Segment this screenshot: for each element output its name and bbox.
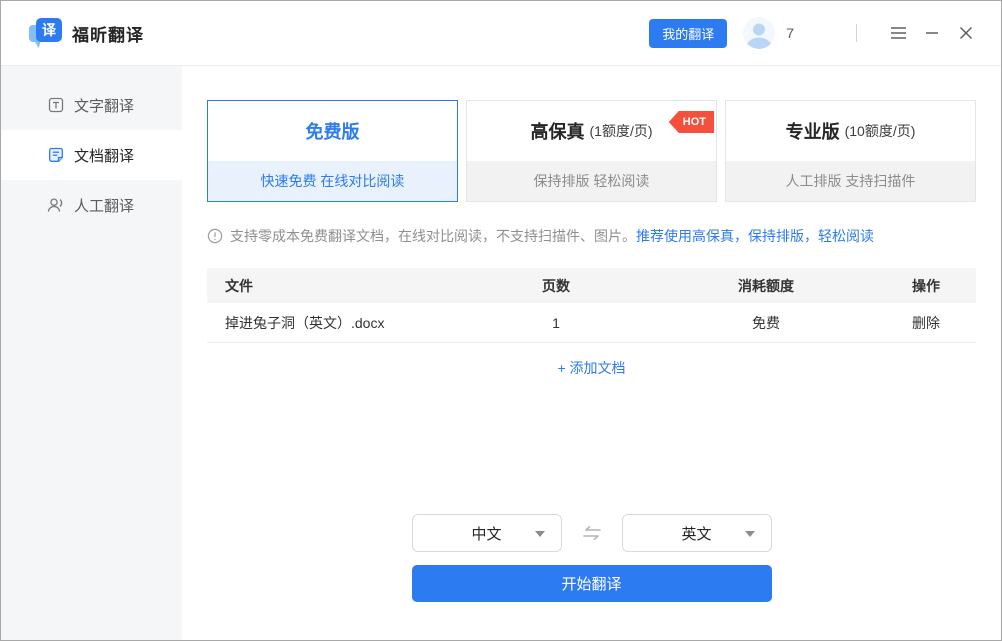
column-header-action: 操作	[876, 276, 976, 296]
column-header-quota: 消耗额度	[656, 276, 876, 296]
sidebar-item-label: 文字翻译	[74, 95, 134, 116]
minimize-icon[interactable]	[919, 20, 945, 46]
sidebar-item-document-translate[interactable]: 文档翻译	[1, 130, 182, 180]
plan-title: 免费版	[306, 118, 360, 144]
plan-price: (1额度/页)	[590, 121, 653, 141]
plan-card-hifi[interactable]: HOT 高保真 (1额度/页) 保持排版 轻松阅读	[466, 100, 717, 202]
table-row: 掉进兔子洞（英文）.docx 1 免费 删除	[207, 303, 976, 343]
close-icon[interactable]	[953, 20, 979, 46]
quota-value: 免费	[656, 313, 876, 333]
add-document-row: + 添加文档	[207, 358, 976, 378]
sidebar-item-human-translate[interactable]: 人工翻译	[1, 180, 182, 230]
text-translate-icon	[47, 97, 64, 114]
plan-title: 专业版	[786, 118, 840, 144]
app-window: 译 福昕翻译 我的翻译 7	[0, 0, 1002, 641]
avatar[interactable]	[743, 17, 775, 49]
notice-bar: 支持零成本免费翻译文档，在线对比阅读，不支持扫描件、图片。 推荐使用高保真，保持…	[207, 226, 976, 246]
add-document-link[interactable]: + 添加文档	[557, 360, 625, 376]
source-language-select[interactable]: 中文	[412, 514, 562, 552]
table-header: 文件 页数 消耗额度 操作	[207, 268, 976, 303]
notice-text: 支持零成本免费翻译文档，在线对比阅读，不支持扫描件、图片。	[230, 226, 636, 246]
file-name: 掉进兔子洞（英文）.docx	[207, 313, 456, 333]
target-language-value: 英文	[681, 523, 711, 544]
recommend-hifi-link[interactable]: 推荐使用高保真，保持排版，轻松阅读	[636, 226, 874, 246]
title-bar: 译 福昕翻译 我的翻译 7	[1, 1, 1001, 66]
start-translate-button[interactable]: 开始翻译	[412, 565, 772, 602]
human-translate-icon	[47, 197, 64, 214]
app-logo-icon: 译	[29, 18, 62, 48]
file-table: 文件 页数 消耗额度 操作 掉进兔子洞（英文）.docx 1 免费 删除	[207, 268, 976, 343]
sidebar-item-label: 人工翻译	[74, 195, 134, 216]
plan-card-pro[interactable]: 专业版 (10额度/页) 人工排版 支持扫描件	[725, 100, 976, 202]
swap-languages-icon[interactable]	[562, 524, 622, 542]
plan-price: (10额度/页)	[845, 121, 916, 141]
credit-count: 7	[786, 25, 794, 41]
info-icon	[207, 228, 223, 244]
page-count: 1	[456, 315, 656, 331]
plan-cards: 免费版 快速免费 在线对比阅读 HOT 高保真 (1额度/页) 保持排版 轻松阅…	[207, 100, 976, 202]
logo-glyph: 译	[36, 18, 62, 42]
document-translate-icon	[47, 147, 64, 164]
source-language-value: 中文	[471, 523, 501, 544]
column-header-file: 文件	[207, 276, 456, 296]
language-selector-row: 中文 英文	[207, 514, 976, 552]
chevron-down-icon	[535, 531, 545, 537]
user-avatar-icon	[743, 17, 775, 49]
divider	[856, 24, 857, 42]
target-language-select[interactable]: 英文	[622, 514, 772, 552]
sidebar-item-label: 文档翻译	[74, 145, 134, 166]
plan-title: 高保真	[531, 118, 585, 144]
sidebar: 文字翻译 文档翻译	[1, 66, 182, 640]
app-title: 福昕翻译	[72, 21, 144, 46]
sidebar-item-text-translate[interactable]: 文字翻译	[1, 80, 182, 130]
my-translations-button[interactable]: 我的翻译	[649, 19, 727, 48]
plan-card-free[interactable]: 免费版 快速免费 在线对比阅读	[207, 100, 458, 202]
main-content: 免费版 快速免费 在线对比阅读 HOT 高保真 (1额度/页) 保持排版 轻松阅…	[182, 66, 1001, 640]
plan-description: 快速免费 在线对比阅读	[208, 161, 457, 201]
plan-description: 保持排版 轻松阅读	[467, 161, 716, 201]
chevron-down-icon	[745, 531, 755, 537]
column-header-pages: 页数	[456, 276, 656, 296]
menu-icon[interactable]	[885, 20, 911, 46]
delete-button[interactable]: 删除	[876, 313, 976, 333]
plan-description: 人工排版 支持扫描件	[726, 161, 975, 201]
app-logo: 译 福昕翻译	[29, 18, 144, 48]
titlebar-actions: 我的翻译 7	[649, 17, 979, 49]
